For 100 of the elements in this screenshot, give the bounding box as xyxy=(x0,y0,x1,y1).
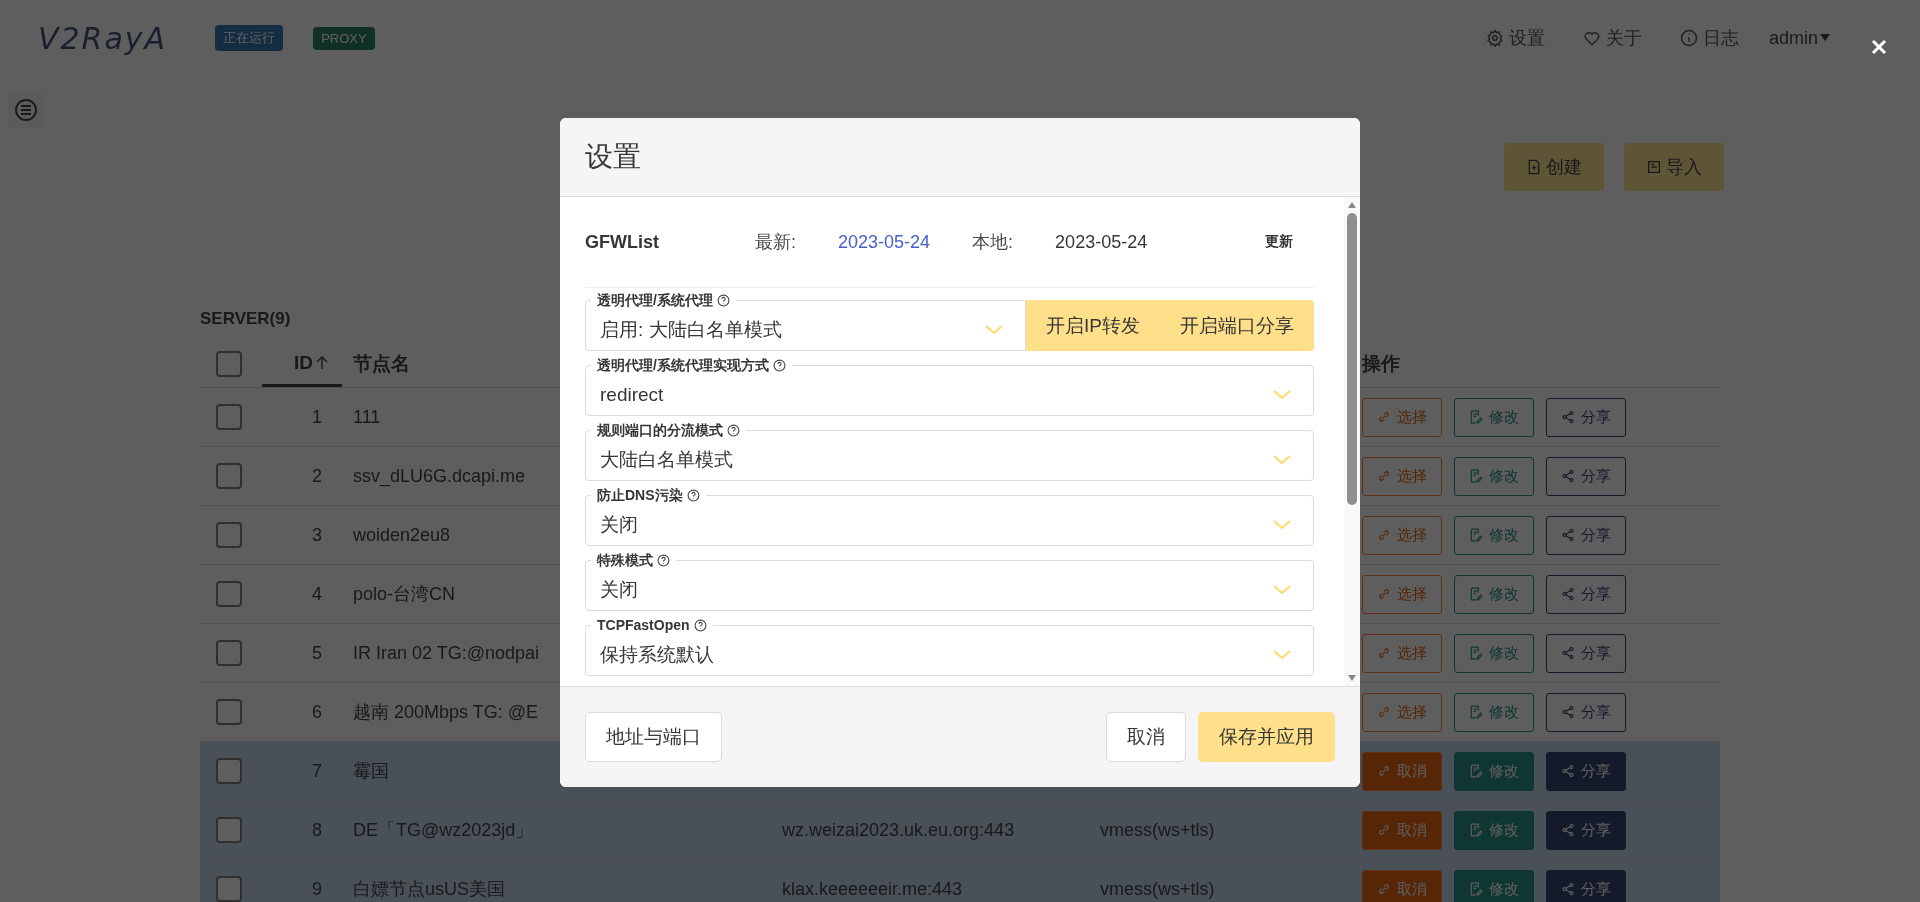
cancel-button[interactable]: 取消 xyxy=(1106,712,1186,762)
link-icon xyxy=(1377,764,1391,778)
chevron-icon xyxy=(1273,649,1291,660)
table-cell: polo-台湾CN xyxy=(353,584,456,604)
address-port-button[interactable]: 地址与端口 xyxy=(585,712,722,762)
table-cell: vmess(ws+tls) xyxy=(1100,819,1215,840)
checkbox[interactable] xyxy=(216,581,242,607)
select-button[interactable]: 选择 xyxy=(1362,397,1442,437)
nav-link[interactable]: 关于 xyxy=(1582,26,1642,50)
heart-icon xyxy=(1582,29,1601,47)
status-badge: 正在运行 xyxy=(215,25,284,51)
edit-icon xyxy=(1469,410,1483,424)
share-button[interactable]: 分享 xyxy=(1546,633,1626,673)
share-button[interactable]: 分享 xyxy=(1546,456,1626,496)
checkbox[interactable] xyxy=(216,640,242,666)
chevron-icon xyxy=(1273,389,1291,400)
column-header[interactable]: ID xyxy=(294,351,313,374)
checkbox[interactable] xyxy=(216,351,242,377)
scroll-up-icon[interactable] xyxy=(1347,201,1357,209)
edit-button[interactable]: 修改 xyxy=(1454,397,1534,437)
checkbox[interactable] xyxy=(216,699,242,725)
select-button[interactable]: 选择 xyxy=(1362,633,1442,673)
share-icon xyxy=(1561,528,1575,542)
link-icon xyxy=(1377,587,1391,601)
toolbar-button[interactable]: 创建 xyxy=(1504,143,1604,191)
table-cell: IR Iran 02 TG:@nodpai xyxy=(353,642,540,663)
select-button[interactable]: 取消 xyxy=(1362,810,1442,850)
edit-button[interactable]: 修改 xyxy=(1454,810,1534,850)
share-icon xyxy=(1561,823,1575,837)
edit-icon xyxy=(1469,528,1483,542)
save-button[interactable]: 保存并应用 xyxy=(1198,712,1335,762)
share-button[interactable]: 分享 xyxy=(1546,574,1626,614)
edit-button[interactable]: 修改 xyxy=(1454,574,1534,614)
edit-button[interactable]: 修改 xyxy=(1454,692,1534,732)
link-icon xyxy=(1377,469,1391,483)
link-icon xyxy=(1377,410,1391,424)
latest-label: 最新: xyxy=(755,231,796,254)
scroll-down-icon[interactable] xyxy=(1347,674,1357,682)
table-cell: 越南 200Mbps TG: @E xyxy=(353,702,538,722)
select-button[interactable]: 选择 xyxy=(1362,692,1442,732)
table-cell: 霉国 xyxy=(353,761,389,781)
info-icon xyxy=(1679,29,1698,47)
share-icon xyxy=(1561,587,1575,601)
help-icon[interactable] xyxy=(772,358,786,372)
edit-button[interactable]: 修改 xyxy=(1454,751,1534,791)
checkbox[interactable] xyxy=(216,522,242,548)
help-icon[interactable] xyxy=(727,423,740,437)
select-button[interactable]: 取消 xyxy=(1362,869,1442,902)
share-button[interactable]: 分享 xyxy=(1546,751,1626,791)
checkbox[interactable] xyxy=(216,758,242,784)
column-header: 操作 xyxy=(1362,352,1400,376)
toolbar-button[interactable]: 导入 xyxy=(1624,143,1724,191)
share-button[interactable]: 分享 xyxy=(1546,692,1626,732)
link-icon xyxy=(1377,823,1391,837)
file-icon xyxy=(1526,159,1542,175)
checkbox[interactable] xyxy=(216,817,242,843)
table-cell: klax.keeeeeeir.me:443 xyxy=(782,878,963,899)
chevron-icon xyxy=(1273,454,1291,465)
chevron-icon xyxy=(1273,519,1291,530)
edit-button[interactable]: 修改 xyxy=(1454,869,1534,902)
nav-link[interactable]: 日志 xyxy=(1679,26,1739,50)
column-header: 节点名 xyxy=(353,353,410,374)
help-icon[interactable] xyxy=(693,618,707,632)
help-icon[interactable] xyxy=(657,553,670,567)
table-cell: 5 xyxy=(312,642,322,664)
link-icon xyxy=(1377,528,1391,542)
checkbox[interactable] xyxy=(216,404,242,430)
select-button[interactable]: 选择 xyxy=(1362,574,1442,614)
checkbox[interactable] xyxy=(216,876,242,902)
chevron-icon xyxy=(1273,584,1291,595)
select-button[interactable]: 选择 xyxy=(1362,456,1442,496)
nav-link[interactable]: 设置 xyxy=(1485,26,1545,50)
table-cell: 8 xyxy=(312,819,322,841)
table-cell: DE「TG@wz2023jd」 xyxy=(353,820,534,840)
edit-button[interactable]: 修改 xyxy=(1454,515,1534,555)
share-button[interactable]: 分享 xyxy=(1546,869,1626,902)
toggle-button[interactable]: 开启端口分享 xyxy=(1160,300,1314,351)
link-icon xyxy=(1377,646,1391,660)
caret-icon xyxy=(1820,34,1830,42)
edit-icon xyxy=(1469,882,1483,896)
edit-icon xyxy=(1469,469,1483,483)
import-icon xyxy=(1646,159,1662,175)
share-button[interactable]: 分享 xyxy=(1546,515,1626,555)
sort-arrow-icon[interactable] xyxy=(316,355,328,370)
select-button[interactable]: 取消 xyxy=(1362,751,1442,791)
select-button[interactable]: 选择 xyxy=(1362,515,1442,555)
edit-button[interactable]: 修改 xyxy=(1454,456,1534,496)
user-menu[interactable]: admin xyxy=(1768,27,1830,49)
scrollbar[interactable] xyxy=(1344,197,1360,686)
help-icon[interactable] xyxy=(686,488,700,502)
table-title: SERVER(9) xyxy=(200,309,291,328)
update-button[interactable]: 更新 xyxy=(1259,232,1299,252)
latest-date-link[interactable]: 2023-05-24 xyxy=(838,231,931,253)
edit-button[interactable]: 修改 xyxy=(1454,633,1534,673)
share-button[interactable]: 分享 xyxy=(1546,397,1626,437)
table-cell: 4 xyxy=(312,583,322,605)
checkbox[interactable] xyxy=(216,463,242,489)
help-icon[interactable] xyxy=(716,293,730,307)
toggle-button[interactable]: 开启IP转发 xyxy=(1026,300,1160,351)
share-button[interactable]: 分享 xyxy=(1546,810,1626,850)
